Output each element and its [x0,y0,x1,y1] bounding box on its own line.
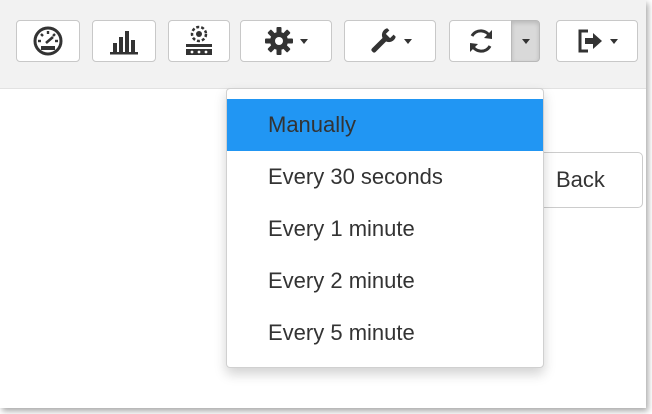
menu-item-every-1-minute[interactable]: Every 1 minute [227,203,543,255]
statistics-button[interactable] [92,20,156,62]
bar-chart-icon [109,27,139,55]
chevron-down-icon [300,38,308,44]
app-window: Back Manually Every 30 seconds Every 1 m… [0,0,646,408]
dashboard-button[interactable] [16,20,80,62]
refresh-interval-menu: Manually Every 30 seconds Every 1 minute… [226,88,544,368]
menu-item-every-30-seconds[interactable]: Every 30 seconds [227,151,543,203]
menu-item-every-2-minute[interactable]: Every 2 minute [227,255,543,307]
toolbar [0,0,646,89]
chevron-down-icon [404,38,412,44]
server-settings-button[interactable] [168,20,230,62]
dashboard-icon [31,26,65,56]
sign-out-dropdown-button[interactable] [556,20,638,62]
server-settings-icon [183,25,215,57]
gear-icon [264,26,294,56]
wrench-icon [368,26,398,56]
refresh-interval-toggle[interactable] [511,20,540,62]
chevron-down-icon [610,38,618,44]
refresh-icon [466,26,496,56]
chevron-down-icon [521,38,530,44]
sign-out-icon [576,27,604,55]
refresh-button[interactable] [449,20,513,62]
settings-dropdown-button[interactable] [240,20,332,62]
back-button[interactable]: Back [535,152,643,208]
tools-dropdown-button[interactable] [344,20,436,62]
menu-item-every-5-minute[interactable]: Every 5 minute [227,307,543,359]
menu-item-manually[interactable]: Manually [227,99,543,151]
